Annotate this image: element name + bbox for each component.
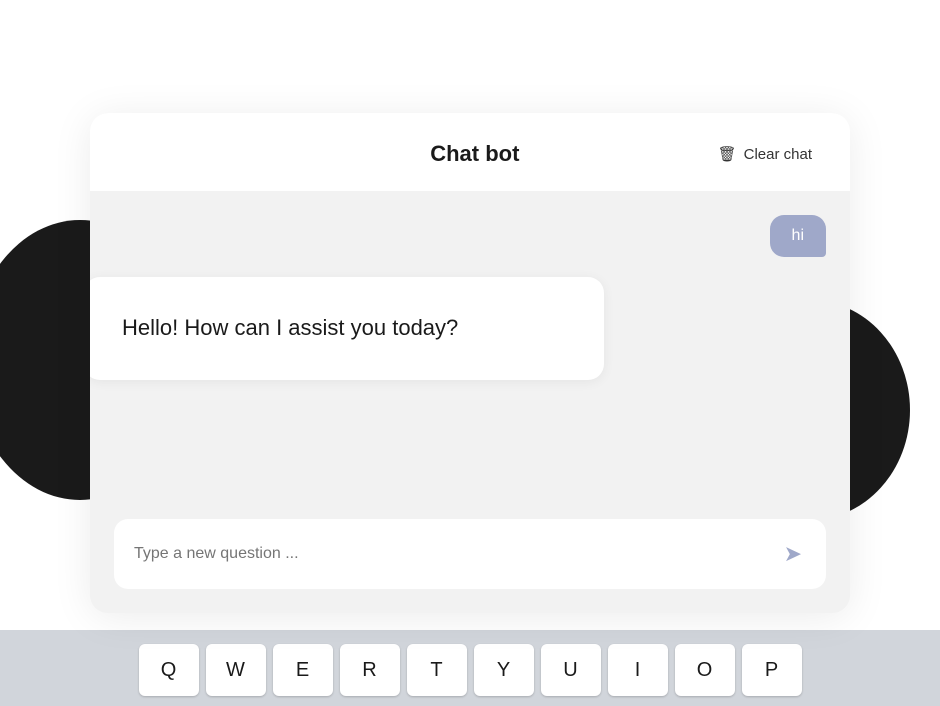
user-message: hi bbox=[114, 215, 826, 257]
key-u[interactable]: U bbox=[541, 644, 601, 696]
bot-message: Hello! How can I assist you today? bbox=[90, 277, 604, 380]
key-o[interactable]: O bbox=[675, 644, 735, 696]
user-bubble: hi bbox=[770, 215, 826, 257]
input-wrapper: ➤ bbox=[114, 519, 826, 589]
send-button[interactable]: ➤ bbox=[780, 537, 806, 571]
key-y[interactable]: Y bbox=[474, 644, 534, 696]
key-r[interactable]: R bbox=[340, 644, 400, 696]
bot-bubble-text: Hello! How can I assist you today? bbox=[122, 313, 566, 344]
chat-title: Chat bot bbox=[240, 141, 710, 167]
keyboard: Q W E R T Y U I O P bbox=[0, 630, 940, 706]
key-t[interactable]: T bbox=[407, 644, 467, 696]
chat-input[interactable] bbox=[134, 545, 768, 563]
key-q[interactable]: Q bbox=[139, 644, 199, 696]
clear-chat-button[interactable]: 🗑 Clear chat bbox=[710, 141, 820, 167]
chat-window: Chat bot 🗑 Clear chat hi Hello! How can … bbox=[90, 113, 850, 613]
trash-icon: 🗑 bbox=[718, 145, 737, 163]
chat-header: Chat bot 🗑 Clear chat bbox=[90, 113, 850, 191]
input-area: ➤ bbox=[90, 511, 850, 613]
clear-chat-label: Clear chat bbox=[744, 146, 812, 163]
key-w[interactable]: W bbox=[206, 644, 266, 696]
key-e[interactable]: E bbox=[273, 644, 333, 696]
key-p[interactable]: P bbox=[742, 644, 802, 696]
keyboard-row-1: Q W E R T Y U I O P bbox=[10, 644, 930, 696]
messages-area: hi Hello! How can I assist you today? bbox=[90, 191, 850, 511]
send-icon: ➤ bbox=[784, 541, 802, 567]
key-i[interactable]: I bbox=[608, 644, 668, 696]
